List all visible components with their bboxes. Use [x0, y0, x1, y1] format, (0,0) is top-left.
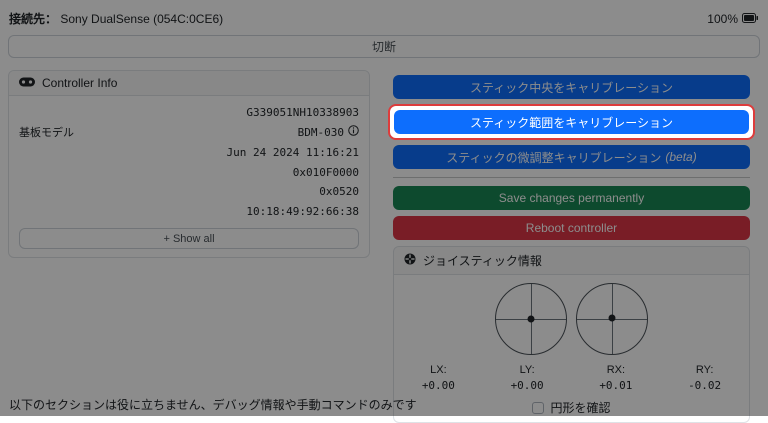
fw-date-value: Jun 24 2024 11:16:21 — [226, 146, 359, 159]
axis-label: RX: — [606, 364, 626, 376]
hw-version-value: 0x0520 — [319, 185, 359, 198]
controller-info-body: G339051NH10338903 基板モデル BDM-030 Jun 24 2… — [9, 96, 369, 257]
circularity-checkbox[interactable] — [532, 401, 545, 414]
right-stick-circle — [576, 283, 648, 355]
controller-info-card: Controller Info G339051NH10338903 基板モデル … — [8, 70, 370, 258]
show-all-button[interactable]: + Show all — [19, 228, 359, 249]
info-row-hw-version: 0x0520 — [19, 182, 359, 202]
footer-note: 以下のセクションは役に立ちません、デバッグ情報や手動コマンドのみです — [9, 398, 417, 412]
battery-icon — [742, 12, 758, 26]
info-row-fw-date: Jun 24 2024 11:16:21 — [19, 143, 359, 163]
axis-rx: RX: +0.01 — [572, 364, 661, 392]
reboot-button[interactable]: Reboot controller — [393, 216, 750, 240]
axis-value: +0.00 — [510, 379, 544, 392]
axis-ly: LY: +0.00 — [483, 364, 572, 392]
board-model-text: BDM-030 — [297, 125, 344, 139]
connection-status: 接続先： Sony DualSense (054C:0CE6) — [9, 10, 223, 27]
left-stick-circle — [495, 283, 567, 355]
circularity-row: 円形を確認 — [394, 399, 749, 416]
info-row-board-model: 基板モデル BDM-030 — [19, 123, 359, 144]
save-button[interactable]: Save changes permanently — [393, 186, 750, 210]
beta-badge: (beta) — [665, 150, 697, 164]
circularity-label: 円形を確認 — [550, 401, 611, 415]
battery-percent: 100% — [707, 11, 738, 26]
joystick-info-header: ジョイスティック情報 — [394, 247, 749, 275]
main-content: Controller Info G339051NH10338903 基板モデル … — [0, 58, 768, 423]
fw-version-value: 0x010F0000 — [292, 165, 359, 179]
calibrate-fine-label: スティックの微調整キャリブレーション — [446, 150, 662, 165]
info-row-serial: G339051NH10338903 — [19, 103, 359, 123]
board-model-label: 基板モデル — [19, 126, 74, 139]
controller-info-header: Controller Info — [9, 71, 369, 96]
axis-value: +0.00 — [421, 379, 455, 392]
info-row-fw-version: 0x010F0000 — [19, 163, 359, 183]
axis-label: RY: — [695, 364, 714, 376]
actions-column: スティック中央をキャリブレーション スティック範囲をキャリブレーション スティッ… — [388, 75, 755, 423]
device-name: Sony DualSense (054C:0CE6) — [60, 12, 224, 26]
axis-ry: RY: -0.02 — [660, 364, 749, 392]
stick-dot — [527, 315, 535, 323]
joystick-info-title: ジョイスティック情報 — [423, 254, 542, 268]
axis-readouts: LX: +0.00 LY: +0.00 RX: +0.01 RY: -0.02 — [394, 364, 749, 392]
info-row-mac-address: 10:18:49:92:66:38 — [19, 202, 359, 222]
axis-value: -0.02 — [688, 379, 722, 392]
axis-label: LX: — [430, 364, 447, 376]
stick-dot — [608, 314, 616, 322]
serial-number-value: G339051NH10338903 — [246, 106, 359, 119]
connection-label: 接続先： — [9, 12, 58, 26]
calibrate-center-button[interactable]: スティック中央をキャリブレーション — [393, 75, 750, 99]
calibrate-fine-button[interactable]: スティックの微調整キャリブレーション (beta) — [393, 145, 750, 169]
info-icon[interactable] — [348, 123, 359, 143]
joystick-info-card: ジョイスティック情報 LX: +0.00 LY: +0.00 RX: +0.01… — [393, 246, 750, 423]
axis-lx: LX: +0.00 — [394, 364, 483, 392]
calibrate-range-button[interactable]: スティック範囲をキャリブレーション — [394, 110, 749, 134]
target-icon — [404, 253, 416, 268]
divider — [393, 177, 750, 178]
highlight-box: スティック範囲をキャリブレーション — [388, 104, 755, 140]
gamepad-icon — [19, 76, 35, 90]
battery-status: 100% — [707, 12, 758, 26]
disconnect-button[interactable]: 切断 — [8, 35, 760, 58]
stick-circles — [394, 283, 749, 355]
controller-info-title: Controller Info — [42, 76, 118, 90]
mac-address-value: 10:18:49:92:66:38 — [246, 204, 359, 218]
board-model-value: BDM-030 — [298, 123, 359, 143]
axis-value: +0.01 — [599, 379, 633, 392]
joystick-info-body: LX: +0.00 LY: +0.00 RX: +0.01 RY: -0.02 — [394, 275, 749, 422]
axis-label: LY: — [519, 364, 535, 376]
topbar: 接続先： Sony DualSense (054C:0CE6) 100% — [0, 0, 768, 33]
